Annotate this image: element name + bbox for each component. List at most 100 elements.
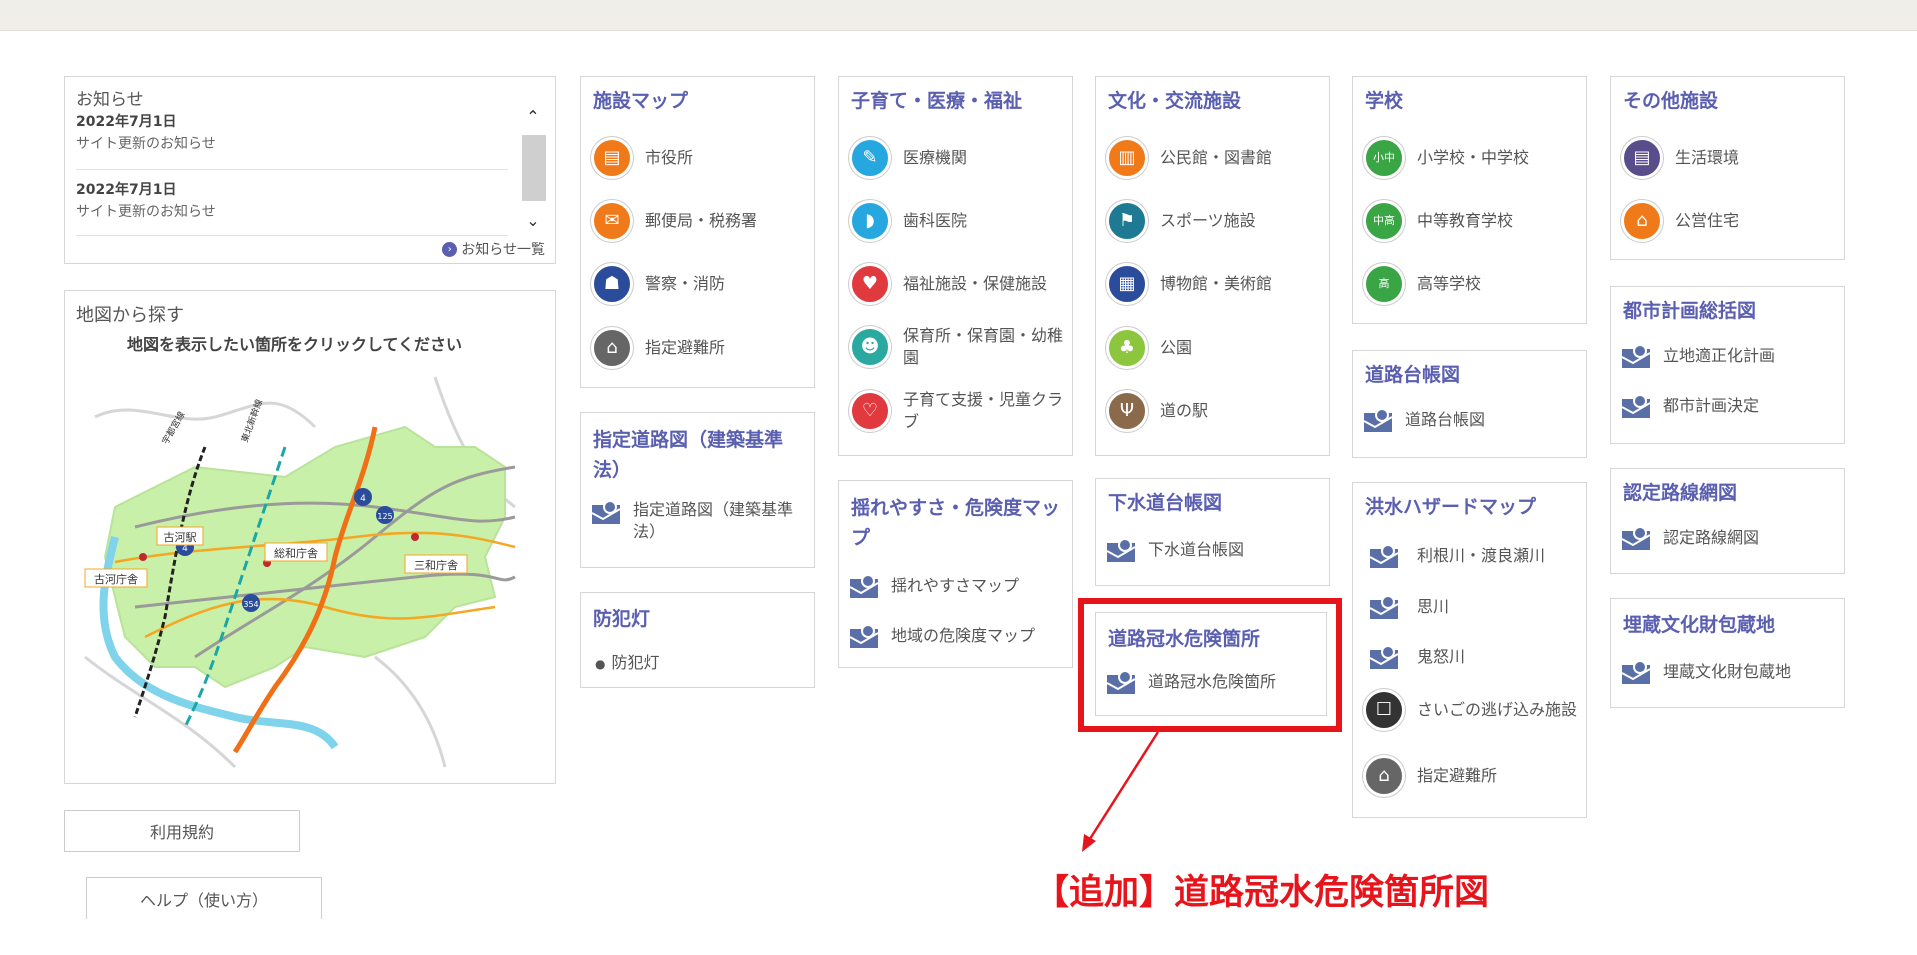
public-housing-icon: ⌂ (1621, 200, 1663, 242)
card-road-ledger: 道路台帳図 道路台帳図 (1352, 350, 1587, 458)
facility-item[interactable]: ◗ 歯科医院 (849, 200, 967, 242)
nursery-icon: ☻ (849, 326, 891, 368)
map-pin-icon (1363, 407, 1393, 433)
scrollbar-thumb[interactable] (522, 135, 546, 201)
card-certified-road: 認定路線網図 認定路線網図 (1610, 468, 1845, 574)
map-pin-icon (849, 623, 879, 649)
high-school-icon: 高 (1363, 263, 1405, 305)
news-text[interactable]: サイト更新のお知らせ (76, 201, 216, 221)
facility-item[interactable]: ⌂ 公営住宅 (1621, 200, 1739, 242)
evacuation-site-icon: ⌂ (1363, 755, 1405, 797)
chevron-down-icon[interactable]: ⌄ (521, 211, 545, 235)
map-link-item[interactable]: 地域の危険度マップ (849, 623, 1035, 649)
map-pin-icon (1106, 537, 1136, 563)
post-office-icon: ✉ (591, 200, 633, 242)
map-link-item[interactable]: 揺れやすさマップ (849, 573, 1019, 599)
facility-item[interactable]: ☻ 保育所・保育園・幼稚園 (849, 325, 1067, 369)
map-link-item[interactable]: 認定路線網図 (1621, 525, 1759, 551)
card-city-plan: 都市計画総括図 立地適正化計画 都市計画決定 (1610, 286, 1845, 444)
park-icon: ♣ (1106, 327, 1148, 369)
map-link-item[interactable]: 都市計画決定 (1621, 393, 1759, 419)
news-label: お知らせ (76, 90, 144, 110)
facility-item[interactable]: ▥ 公民館・図書館 (1106, 137, 1272, 179)
city-map[interactable]: 4 125 4 354 古河駅 総和庁舎 三和庁舎 古河庁舎 宇都宮線 東北新幹… (75, 357, 545, 777)
news-panel: お知らせ 2022年7月1日 サイト更新のお知らせ 2022年7月1日 サイト更… (64, 76, 556, 264)
map-pin-icon (1369, 543, 1399, 569)
facility-item[interactable]: ⌂ 指定避難所 (591, 327, 725, 369)
map-pin-icon (849, 573, 879, 599)
medical-icon: ✎ (849, 137, 891, 179)
facility-item[interactable]: ⚑ スポーツ施設 (1106, 200, 1256, 242)
chevron-up-icon[interactable]: ⌃ (521, 107, 545, 131)
card-designated-road: 指定道路図（建築基準法） 指定道路図（建築基準法） (580, 412, 815, 568)
card-title: 下水道台帳図 (1108, 492, 1223, 514)
secondary-school-icon: 中高 (1363, 200, 1405, 242)
map-pin-icon (1369, 644, 1399, 670)
facility-item[interactable]: 小中 小学校・中学校 (1363, 137, 1529, 179)
facility-item[interactable]: 高高等学校 (1363, 263, 1481, 305)
news-text[interactable]: サイト更新のお知らせ (76, 133, 216, 153)
child-support-icon: ♡ (849, 390, 891, 432)
map-link-item[interactable]: 指定道路図（建築基準法） (591, 499, 801, 543)
facility-item[interactable]: ✉ 郵便局・税務署 (591, 200, 757, 242)
facility-item[interactable]: ▤ 生活環境 (1621, 137, 1739, 179)
card-title: その他施設 (1623, 90, 1719, 112)
map-link-item[interactable]: 思川 (1369, 594, 1449, 620)
card-title: 道路台帳図 (1365, 364, 1461, 386)
map-link-item[interactable]: 鬼怒川 (1369, 644, 1465, 670)
museum-icon: ▦ (1106, 263, 1148, 305)
map-pin-icon (1621, 343, 1651, 369)
card-title: 埋蔵文化財包蔵地 (1623, 614, 1776, 636)
map-link-item[interactable]: 道路台帳図 (1363, 407, 1485, 433)
city-hall-icon: ▤ (591, 137, 633, 179)
facility-item[interactable]: ✎ 医療機関 (849, 137, 967, 179)
map-link-item[interactable]: 埋蔵文化財包蔵地 (1621, 659, 1791, 685)
news-list-link[interactable]: › お知らせ一覧 (442, 239, 545, 259)
map-pin-icon (591, 499, 621, 525)
card-other: その他施設 ▤ 生活環境 ⌂ 公営住宅 (1610, 76, 1845, 260)
refuge-building-icon: ☐ (1363, 689, 1405, 731)
card-title: 道路冠水危険箇所 (1108, 628, 1261, 650)
card-sewer: 下水道台帳図 下水道台帳図 (1095, 478, 1330, 586)
facility-item[interactable]: ▦ 博物館・美術館 (1106, 263, 1272, 305)
card-title: 子育て・医療・福祉 (851, 90, 1023, 112)
map-pin-icon (1106, 669, 1136, 695)
annotation-label: 【追加】道路冠水危険箇所図 (1034, 873, 1490, 913)
help-button[interactable]: ヘルプ（使い方） (86, 877, 322, 919)
facility-item[interactable]: ♣ 公園 (1106, 327, 1192, 369)
facility-item[interactable]: Ψ 道の駅 (1106, 390, 1208, 432)
card-shake-map: 揺れやすさ・危険度マップ 揺れやすさマップ 地域の危険度マップ (838, 480, 1073, 668)
terms-button[interactable]: 利用規約 (64, 810, 300, 852)
route-number: 4 (360, 494, 366, 504)
news-date: 2022年7月1日 (76, 182, 177, 198)
card-buried: 埋蔵文化財包蔵地 埋蔵文化財包蔵地 (1610, 598, 1845, 708)
route-number: 354 (243, 600, 258, 609)
facility-item[interactable]: ♡ 子育て支援・児童クラブ (849, 389, 1067, 433)
card-title: 認定路線網図 (1623, 482, 1738, 504)
facility-item[interactable]: ♥ 福祉施設・保健施設 (849, 263, 1047, 305)
map-link-item[interactable]: 道路冠水危険箇所 (1106, 669, 1276, 695)
news-scrollbar[interactable]: ⌃ ⌄ (521, 107, 546, 237)
facility-item[interactable]: ☐ さいごの逃げ込み施設 (1363, 689, 1581, 731)
living-environment-icon: ▤ (1621, 137, 1663, 179)
facility-item[interactable]: ⌂ 指定避難所 (1363, 755, 1497, 797)
card-school: 学校 小中 小学校・中学校 中高 中等教育学校 高高等学校 (1352, 76, 1587, 324)
map-link-item[interactable]: 立地適正化計画 (1621, 343, 1775, 369)
map-link-item[interactable]: 下水道台帳図 (1106, 537, 1244, 563)
facility-item[interactable]: 中高 中等教育学校 (1363, 200, 1513, 242)
card-culture: 文化・交流施設 ▥ 公民館・図書館 ⚑ スポーツ施設 ▦ 博物館・美術館 ♣ 公園 Ψ道… (1095, 76, 1330, 456)
map-link-item[interactable]: 利根川・渡良瀬川 (1369, 543, 1545, 569)
facility-item[interactable]: ▤ 市役所 (591, 137, 693, 179)
map-search-panel: 地図から探す 地図を表示したい箇所をクリックしてください 4 125 4 354 (64, 290, 556, 784)
card-title: 洪水ハザードマップ (1365, 496, 1537, 518)
chevron-right-icon: › (442, 241, 458, 257)
bullet-item[interactable]: ● 防犯灯 (595, 649, 660, 673)
top-bar (0, 0, 1917, 31)
card-title: 指定道路図（建築基準法） (593, 429, 784, 481)
welfare-icon: ♥ (849, 263, 891, 305)
map-pin-icon (1621, 525, 1651, 551)
card-title: 施設マップ (593, 90, 689, 112)
police-icon: ☗ (591, 263, 633, 305)
facility-item[interactable]: ☗ 警察・消防 (591, 263, 725, 305)
news-divider (76, 235, 508, 236)
